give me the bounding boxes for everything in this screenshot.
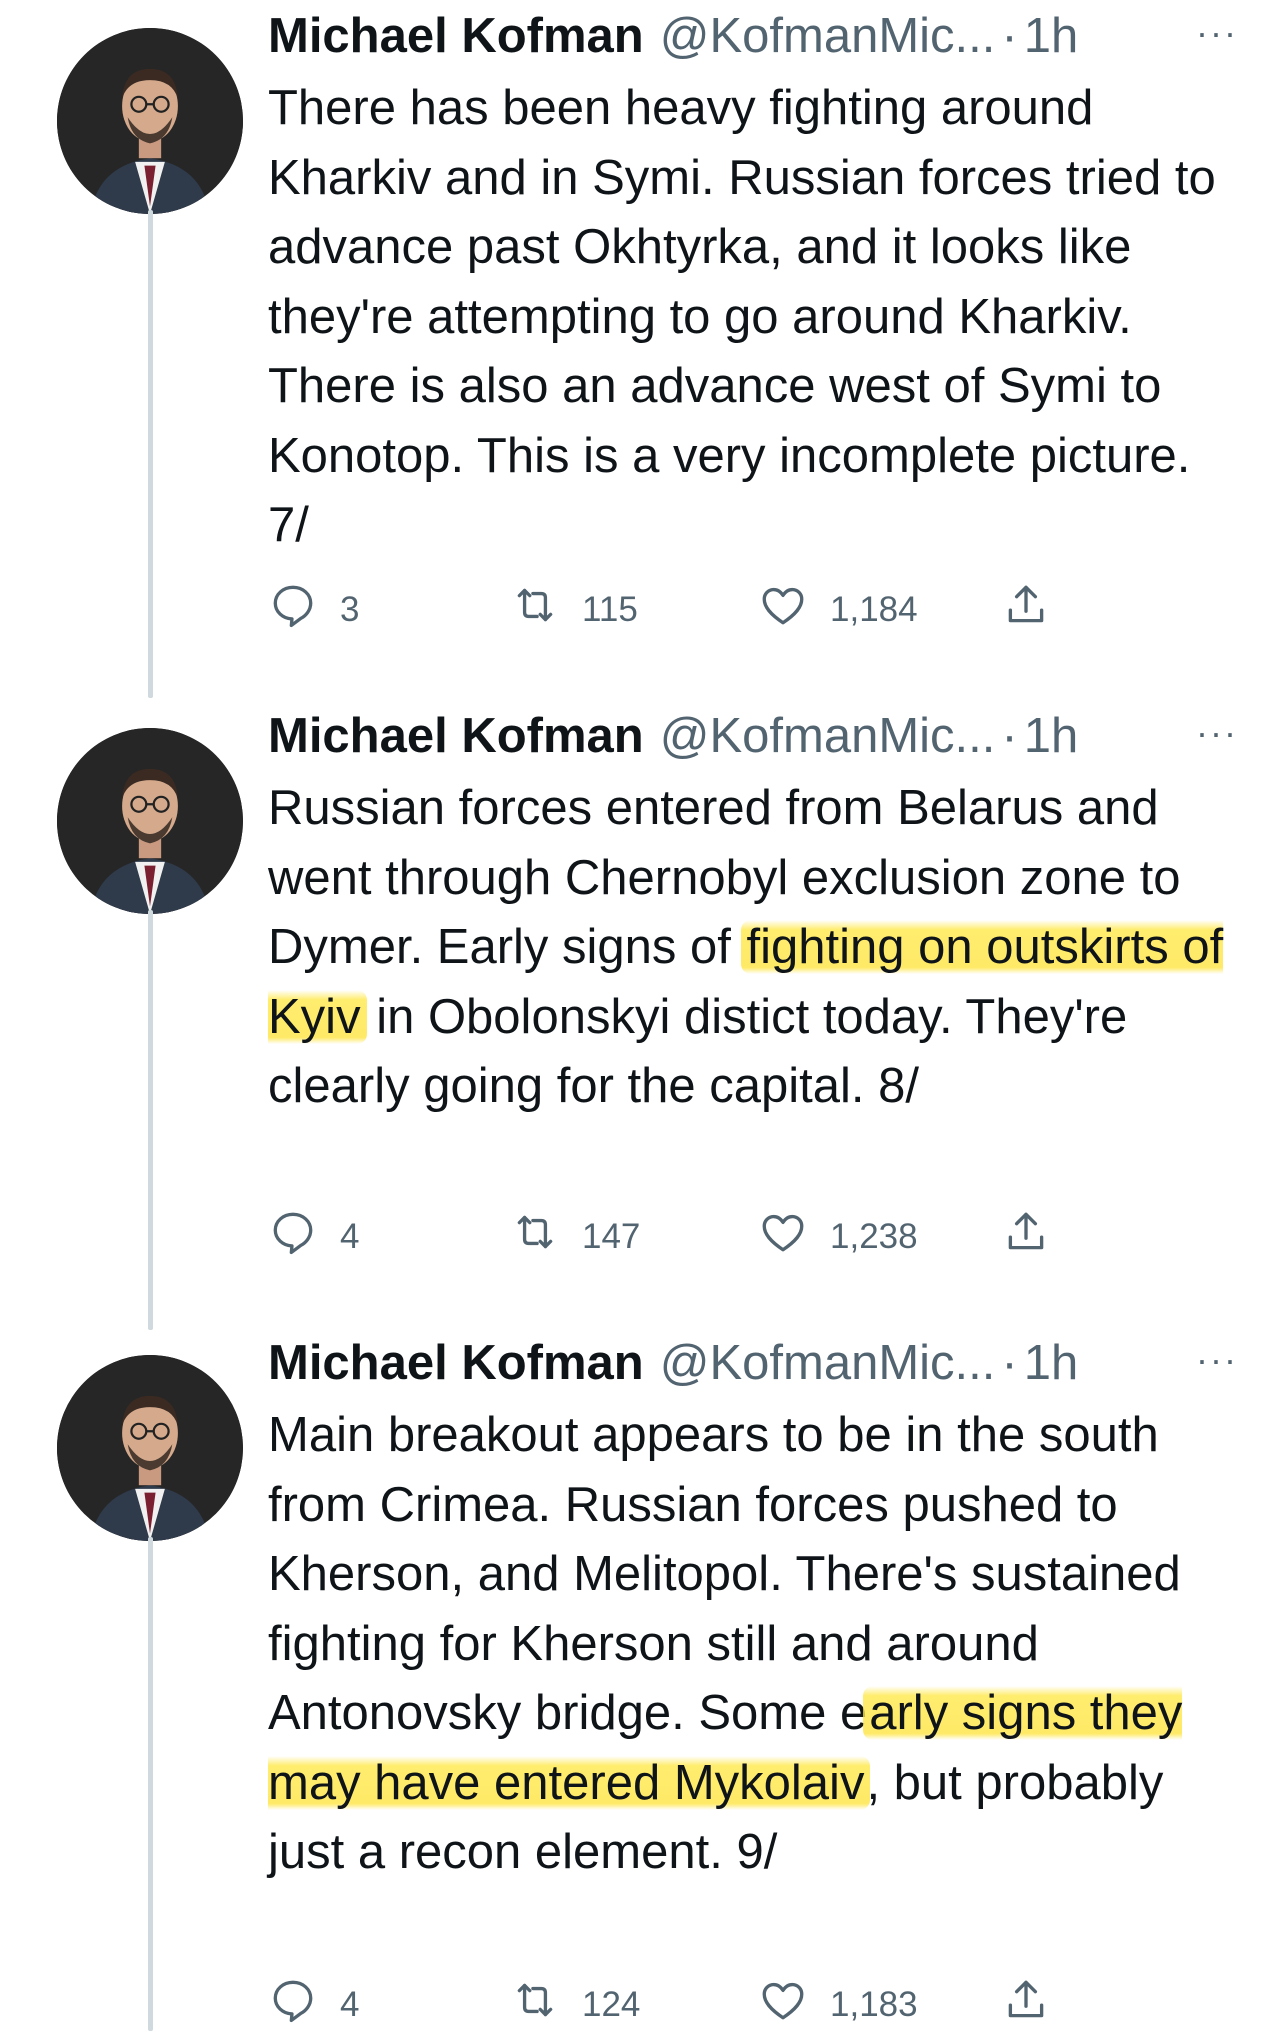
retweet-icon [510,1207,560,1266]
tweet-header: Michael Kofman @KofmanMic... · 1h [268,704,1244,768]
share-icon [1001,1975,1051,2034]
thread-connector [148,210,153,698]
author-handle[interactable]: @KofmanMic... [660,708,996,764]
reply-icon [268,1207,318,1266]
tweet-text: There has been heavy fighting around Kha… [268,74,1228,561]
like-count: 1,238 [830,1216,918,1256]
like-count: 1,184 [830,589,918,629]
like-icon [758,1975,808,2034]
separator-dot: · [1001,709,1018,763]
reply-icon [268,1975,318,2034]
thread-connector [148,910,153,1330]
like-button[interactable]: 1,183 [758,1975,918,2034]
tweet-header: Michael Kofman @KofmanMic... · 1h [268,1331,1244,1395]
tweet-header: Michael Kofman @KofmanMic... · 1h [268,4,1244,68]
author-name[interactable]: Michael Kofman [268,1335,644,1391]
timestamp[interactable]: 1h [1024,1335,1079,1391]
author-name[interactable]: Michael Kofman [268,8,644,64]
like-button[interactable]: 1,238 [758,1207,918,1266]
tweet-text: Main breakout appears to be in the south… [268,1401,1228,1888]
tweet-actions: 4 124 1,183 [268,1975,1068,2035]
avatar-photo [57,728,243,914]
retweet-button[interactable]: 115 [510,580,638,639]
author-handle[interactable]: @KofmanMic... [660,8,996,64]
more-icon[interactable]: ··· [1196,1339,1238,1381]
tweet-text-part: There has been heavy fighting around Kha… [268,81,1216,552]
retweet-count: 124 [582,1984,641,2024]
more-icon[interactable]: ··· [1196,12,1238,54]
timestamp[interactable]: 1h [1024,708,1079,764]
retweet-icon [510,1975,560,2034]
reply-icon [268,580,318,639]
like-count: 1,183 [830,1984,918,2024]
like-button[interactable]: 1,184 [758,580,918,639]
share-button[interactable] [1001,1207,1051,1266]
share-icon [1001,1207,1051,1266]
reply-button[interactable]: 3 [268,580,359,639]
avatar-photo [57,28,243,214]
author-name[interactable]: Michael Kofman [268,708,644,764]
retweet-button[interactable]: 147 [510,1207,640,1266]
separator-dot: · [1001,1336,1018,1390]
reply-count: 4 [340,1216,360,1256]
more-icon[interactable]: ··· [1196,712,1238,754]
tweet-thread: Michael Kofman @KofmanMic... · 1h ··· Th… [0,0,1284,2031]
separator-dot: · [1001,9,1018,63]
thread-connector [148,1537,153,2031]
avatar-photo [57,1355,243,1541]
author-handle[interactable]: @KofmanMic... [660,1335,996,1391]
reply-button[interactable]: 4 [268,1207,359,1266]
tweet-text-part: in Obolonskyi distict today. They're cle… [268,989,1128,1114]
avatar[interactable] [57,728,243,914]
retweet-count: 115 [582,589,638,629]
reply-count: 4 [340,1984,360,2024]
tweet-actions: 4 147 1,238 [268,1207,1068,1267]
like-icon [758,580,808,639]
timestamp[interactable]: 1h [1024,8,1079,64]
reply-count: 3 [340,589,360,629]
like-icon [758,1207,808,1266]
avatar[interactable] [57,1355,243,1541]
retweet-icon [510,580,560,639]
avatar[interactable] [57,28,243,214]
reply-button[interactable]: 4 [268,1975,359,2034]
share-button[interactable] [1001,580,1051,639]
tweet-text: Russian forces entered from Belarus and … [268,774,1228,1122]
share-button[interactable] [1001,1975,1051,2034]
share-icon [1001,580,1051,639]
retweet-count: 147 [582,1216,641,1256]
tweet-actions: 3 115 1,184 [268,580,1068,640]
retweet-button[interactable]: 124 [510,1975,640,2034]
